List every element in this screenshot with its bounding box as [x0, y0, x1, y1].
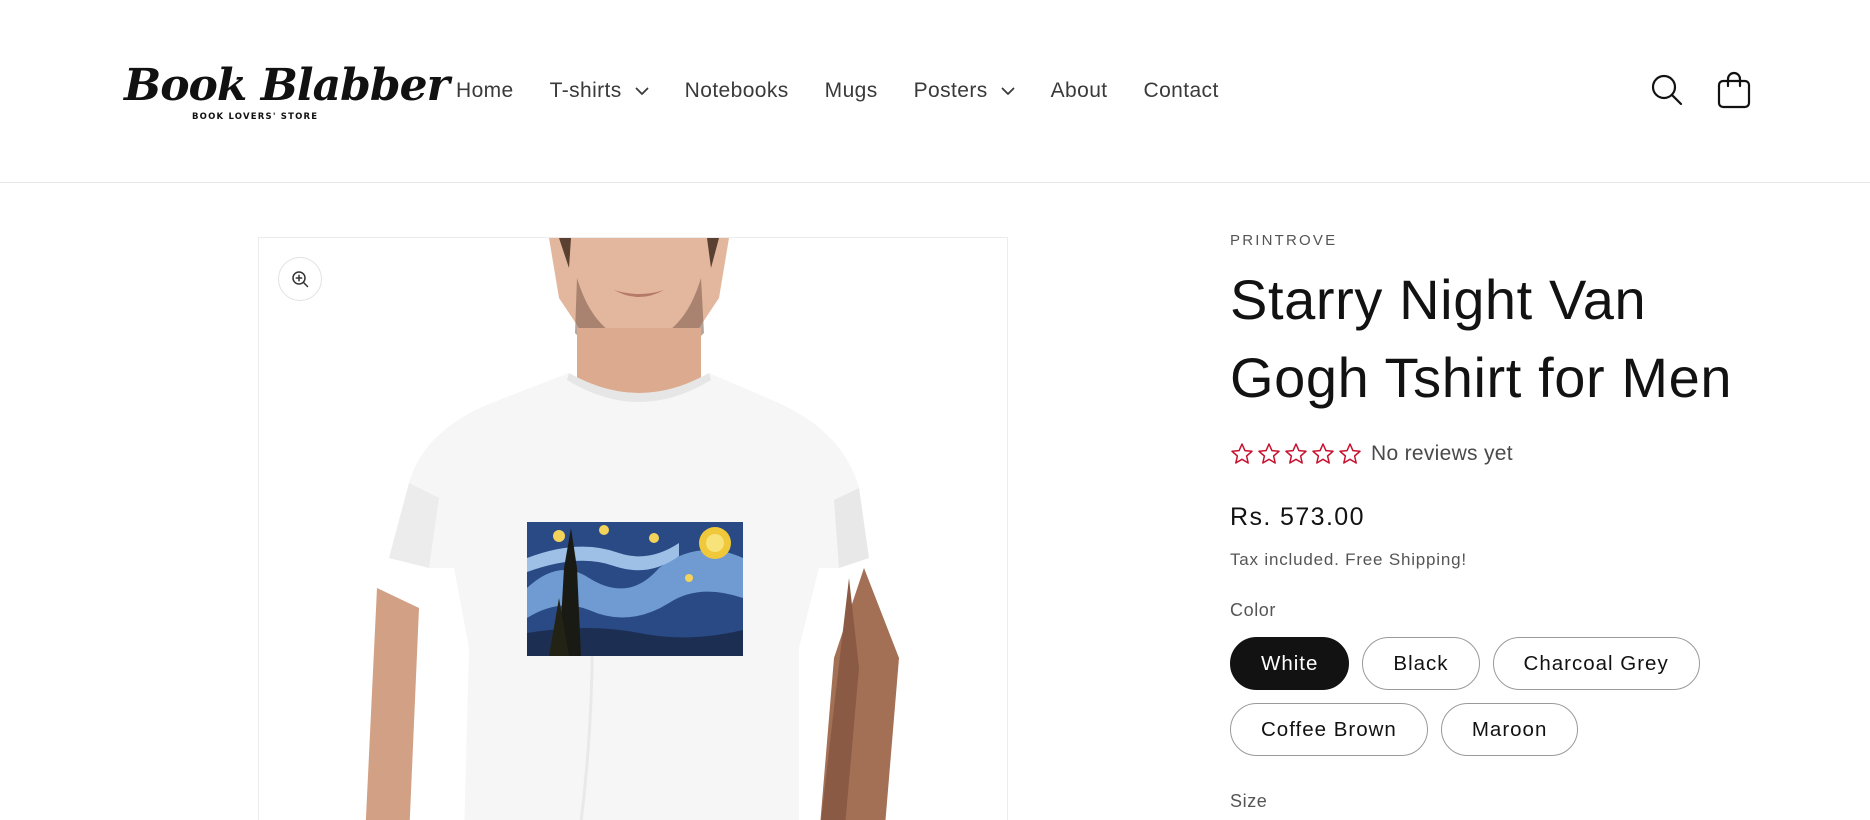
reviews-text: No reviews yet — [1371, 442, 1513, 465]
site-header: Book Blabber BOOK LOVERS' STORE Home T-sh… — [0, 0, 1870, 183]
product-vendor: PRINTROVE — [1230, 232, 1338, 249]
star-icon — [1230, 442, 1254, 466]
main-nav: Home T-shirts Notebooks Mugs Posters About Con… — [456, 76, 1219, 106]
logo-wordmark: Book Blabber — [124, 60, 450, 111]
star-icon — [1311, 442, 1335, 466]
nav-item-label: About — [1050, 79, 1108, 102]
color-option-maroon[interactable]: Maroon — [1440, 703, 1579, 756]
zoom-in-icon — [291, 270, 309, 288]
nav-item-label: Posters — [913, 79, 988, 102]
nav-item-posters[interactable]: Posters — [914, 79, 1015, 103]
color-options: White Black Charcoal Grey Coffee Brown Maroo… — [1230, 637, 1750, 769]
zoom-button[interactable] — [278, 257, 322, 301]
nav-item-label: Notebooks — [684, 79, 789, 102]
search-icon[interactable] — [1649, 72, 1685, 108]
nav-item-label: Home — [456, 79, 514, 102]
logo-tagline: BOOK LOVERS' STORE — [192, 112, 319, 122]
star-icon — [1284, 442, 1308, 466]
chevron-down-icon — [635, 84, 649, 98]
size-label: Size — [1230, 791, 1268, 811]
product-price: Rs. 573.00 — [1230, 503, 1365, 531]
product-rating[interactable]: No reviews yet — [1230, 439, 1790, 469]
color-option-white[interactable]: White — [1230, 637, 1350, 690]
product-info: PRINTROVE Starry Night Van Gogh Tshirt f… — [1230, 232, 1790, 812]
chevron-down-icon — [1001, 84, 1015, 98]
cart-icon[interactable] — [1714, 70, 1754, 110]
color-option-charcoal-grey[interactable]: Charcoal Grey — [1492, 637, 1700, 690]
nav-item-t-shirts[interactable]: T-shirts — [550, 79, 649, 103]
nav-item-notebooks[interactable]: Notebooks — [685, 79, 789, 103]
color-label: Color — [1230, 600, 1277, 620]
product-title: Starry Night Van Gogh Tshirt for Men — [1230, 268, 1733, 409]
star-icon — [1257, 442, 1281, 466]
nav-item-home[interactable]: Home — [456, 79, 514, 103]
nav-item-mugs[interactable]: Mugs — [825, 79, 878, 103]
rating-stars — [1230, 442, 1365, 466]
nav-item-label: T-shirts — [549, 79, 622, 102]
color-option-black[interactable]: Black — [1362, 637, 1480, 690]
tax-note: Tax included. Free Shipping! — [1230, 550, 1467, 569]
nav-item-label: Contact — [1143, 79, 1219, 102]
store-logo[interactable]: Book Blabber BOOK LOVERS' STORE — [124, 60, 450, 128]
nav-item-contact[interactable]: Contact — [1144, 79, 1219, 103]
nav-item-about[interactable]: About — [1051, 79, 1108, 103]
color-option-coffee-brown[interactable]: Coffee Brown — [1230, 703, 1428, 756]
star-icon — [1338, 442, 1362, 466]
product-gallery — [258, 237, 1008, 820]
product-image[interactable] — [259, 238, 1008, 820]
nav-item-label: Mugs — [824, 79, 878, 102]
